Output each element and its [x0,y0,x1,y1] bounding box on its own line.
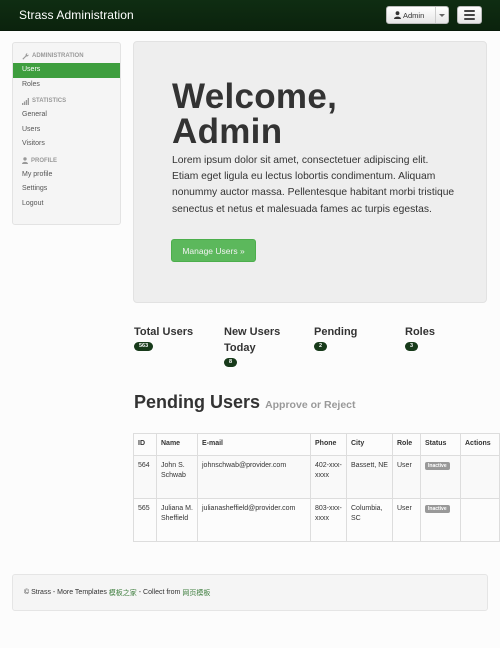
cell-phone: 402-xxx-xxxx [310,454,347,499]
table-header-row: ID Name E-mail Phone City Role Status Ac… [133,433,500,456]
user-icon [22,157,28,164]
table-row: 564 John S. Schwab johnschwab@provider.c… [133,454,500,499]
sidebar-item-users[interactable]: Users [13,63,120,78]
sidebar-item-logout[interactable]: Logout [13,197,120,212]
stat-title: Pending [314,326,358,338]
sidebar-header-administration: Administration [13,49,120,63]
cell-id: 564 [133,454,157,499]
footer-link-collect[interactable]: 网页模板 [182,588,210,598]
sidebar-item-settings[interactable]: Settings [13,182,120,197]
hamburger-icon [464,10,475,12]
column-header-role: Role [392,433,421,456]
sidebar: Administration Users Roles Statistics Ge… [12,42,121,225]
sidebar-header-statistics: Statistics [13,94,120,108]
sidebar-item-my-profile[interactable]: My profile [13,168,120,183]
stat-title: Total Users [134,326,194,338]
footer-link-templates[interactable]: 模板之家 [109,588,137,598]
manage-users-button[interactable]: Manage Users » [171,239,256,262]
status-badge: Inactive [425,504,450,513]
pending-users-heading: Pending Users Approve or Reject [134,392,356,412]
status-badge: Inactive [425,461,450,470]
footer-text: © Strass - More Templates [24,589,107,596]
stat-pending: Pending 2 [314,324,404,351]
column-header-city: City [346,433,393,456]
top-navbar: Strass Administration Admin [0,0,500,31]
sidebar-item-general[interactable]: General [13,108,120,123]
signal-icon [22,97,29,105]
cell-phone: 803-xxx-xxxx [310,497,347,542]
sidebar-item-visitors[interactable]: Visitors [13,137,120,152]
cell-role: User [392,454,421,499]
stat-badge: 2 [314,342,328,351]
column-header-status: Status [420,433,461,456]
table-row: 565 Juliana M. Sheffield julianasheffiel… [133,497,500,542]
sidebar-item-stats-users[interactable]: Users [13,123,120,138]
cell-name: John S. Schwab [156,454,198,499]
wrench-icon [22,52,29,60]
cell-id: 565 [133,497,157,542]
cell-role: User [392,497,421,542]
hero-paragraph: Lorem ipsum dolor sit amet, consectetuer… [172,155,455,215]
cell-name: Juliana M. Sheffield [156,497,198,542]
column-header-email: E-mail [197,433,311,456]
page-footer: © Strass - More Templates 模板之家 - Collect… [12,574,488,611]
cell-status: Inactive [420,497,461,542]
stat-total-users: Total Users 563 [134,324,224,351]
column-header-id: ID [133,433,157,456]
stat-badge: 563 [134,342,154,351]
stat-title: New Users Today [224,326,281,354]
sidebar-header-profile: Profile [13,154,120,168]
user-dropdown-button[interactable]: Admin [386,6,449,24]
menu-toggle-button[interactable] [457,6,482,24]
column-header-actions: Actions [460,433,500,456]
pending-users-subtitle: Approve or Reject [265,399,356,411]
stat-badge: 8 [224,358,238,367]
stat-title: Roles [405,326,435,338]
welcome-hero: Welcome, Admin Lorem ipsum dolor sit ame… [133,41,487,303]
cell-actions [460,454,500,499]
stat-roles: Roles 3 [405,324,495,351]
column-header-name: Name [156,433,198,456]
pending-users-table: ID Name E-mail Phone City Role Status Ac… [133,433,500,542]
cell-city: Bassett, NE [346,454,393,499]
stat-badge: 3 [405,342,419,351]
cell-email: johnschwab@provider.com [197,454,311,499]
cell-status: Inactive [420,454,461,499]
user-icon [394,11,401,19]
dropdown-toggle[interactable] [435,7,448,23]
cell-city: Columbia, SC [346,497,393,542]
user-button-label: Admin [403,10,425,20]
caret-down-icon [439,13,445,17]
brand-title[interactable]: Strass Administration [19,8,134,22]
column-header-phone: Phone [310,433,347,456]
footer-text-middle: - Collect from [138,589,181,596]
stat-new-users-today: New Users Today 8 [224,324,299,367]
sidebar-item-roles[interactable]: Roles [13,78,120,93]
hero-heading: Welcome, Admin [172,77,338,151]
cell-email: julianasheffield@provider.com [197,497,311,542]
cell-actions [460,497,500,542]
